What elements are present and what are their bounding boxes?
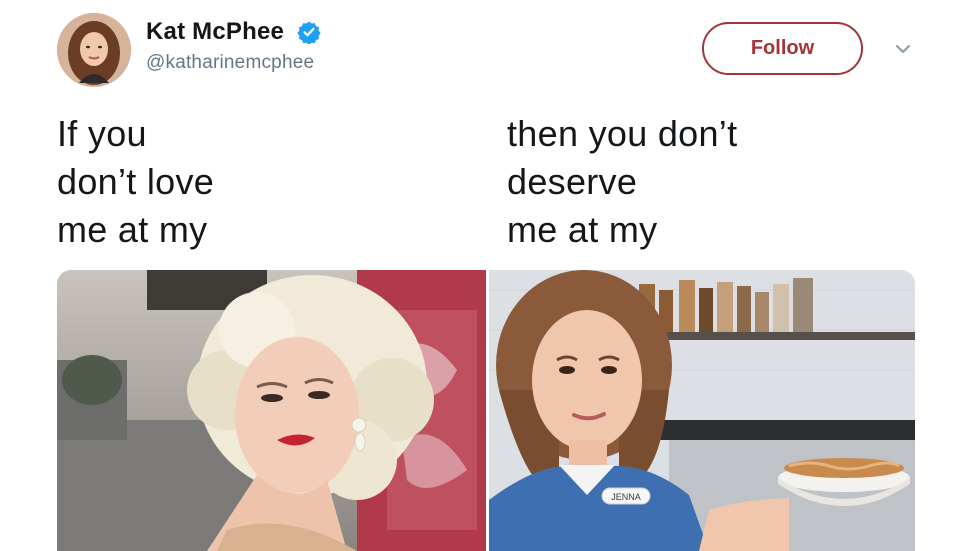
chevron-down-icon[interactable] <box>892 38 914 60</box>
author-name[interactable]: Kat McPhee <box>146 18 284 46</box>
media-grid: JENNA <box>57 270 915 551</box>
caption-line: then you don’t <box>507 113 738 154</box>
caption-line: don’t love <box>57 161 215 202</box>
follow-button[interactable]: Follow <box>702 22 863 75</box>
caption-line: deserve <box>507 161 638 202</box>
tweet-header: Kat McPhee @katharinemcphee Follow <box>0 0 980 100</box>
caption-line: me at my <box>57 209 208 250</box>
caption-line: If you <box>57 113 147 154</box>
media-photo-right[interactable]: JENNA <box>489 270 915 551</box>
avatar-photo-icon <box>57 13 131 87</box>
caption-right: then you don’t deserve me at my <box>507 110 737 254</box>
verified-badge-icon <box>296 21 321 44</box>
avatar[interactable] <box>57 13 131 87</box>
author-handle[interactable]: @katharinemcphee <box>146 52 321 74</box>
photo-blonde-woman-icon <box>57 270 486 551</box>
caption-line: me at my <box>507 209 658 250</box>
name-tag-text: JENNA <box>611 492 641 502</box>
media-photo-left[interactable] <box>57 270 486 551</box>
photo-waitress-holding-pie-icon: JENNA <box>489 270 915 551</box>
caption-left: If you don’t love me at my <box>57 110 214 254</box>
author-block: Kat McPhee @katharinemcphee <box>146 18 321 74</box>
